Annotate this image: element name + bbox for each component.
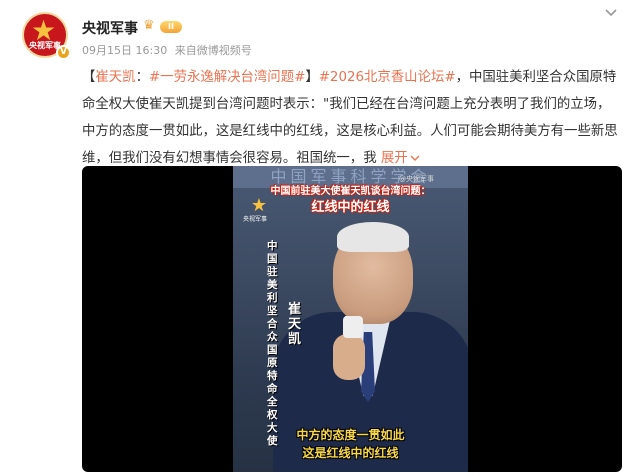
topic-link-2[interactable]: #2026北京香山论坛# — [319, 70, 456, 85]
speaker-hand — [333, 334, 365, 380]
level-badge[interactable]: II — [160, 21, 182, 33]
speaker-name-caption: 崔天凯 — [288, 302, 302, 347]
video-title-main: 红线中的红线 — [311, 200, 390, 215]
channel-logo-text: 央视军事 — [243, 216, 268, 223]
source-prefix: 来自 — [174, 44, 197, 57]
expand-button[interactable]: 展开 — [381, 151, 420, 166]
subtitle-line-1: 中方的态度一贯如此 — [296, 428, 405, 442]
expand-label: 展开 — [380, 151, 408, 166]
video-frame: 中国军事科学学会 @央视军事 ★ 央视军事 中国前驻美大使崔天凯谈台湾问题： 红… — [233, 166, 468, 472]
speaker-hair — [337, 222, 409, 252]
post-source[interactable]: 微博视频号 — [197, 44, 252, 57]
post-date[interactable]: 09月15日 16:30 — [82, 44, 167, 57]
chevron-down-icon — [410, 155, 420, 161]
bracket-close: 】 — [305, 70, 319, 85]
microphone — [343, 316, 363, 338]
verified-badge-icon: V — [56, 45, 71, 60]
post-meta: 09月15日 16:30 来自微博视频号 — [82, 42, 256, 58]
bracket-open: 【 — [82, 70, 96, 85]
subtitle-line-2: 这是红线中的红线 — [302, 446, 399, 460]
colon: ： — [135, 70, 149, 85]
crown-icon[interactable]: ♛ — [143, 19, 159, 33]
chevron-down-icon[interactable] — [604, 8, 618, 18]
speaker-title-caption: 中国驻美利坚合众国原特命全权大使 — [267, 240, 278, 447]
account-name[interactable]: 央视军事 — [82, 18, 138, 38]
post-text: 【崔天凯：#一劳永逸解决台湾问题#】#2026北京香山论坛#，中国驻美利坚合众国… — [82, 64, 622, 172]
video-player[interactable]: 中国军事科学学会 @央视军事 ★ 央视军事 中国前驻美大使崔天凯谈台湾问题： 红… — [82, 166, 622, 472]
topic-link-1[interactable]: #一劳永逸解决台湾问题# — [149, 70, 305, 85]
video-title-top: 中国前驻美大使崔天凯谈台湾问题： — [270, 186, 431, 197]
author-mention[interactable]: 崔天凯 — [95, 70, 135, 85]
